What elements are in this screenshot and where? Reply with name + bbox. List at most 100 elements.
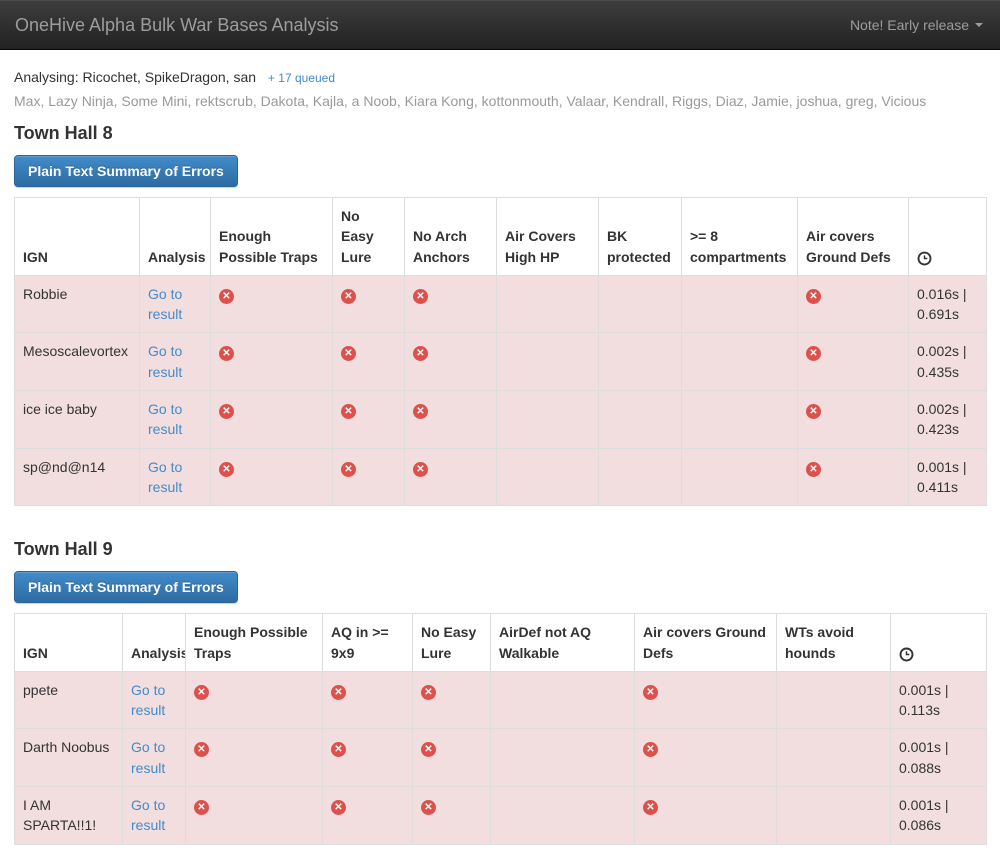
error-x-icon: ✕ — [341, 462, 356, 477]
clock-icon — [899, 647, 914, 662]
sections-container: Town Hall 8 Plain Text Summary of Errors I… — [14, 123, 986, 845]
table-row: MesoscalevortexGo to result✕✕✕✕0.002s | … — [15, 333, 987, 391]
go-to-result-link[interactable]: Go to result — [148, 343, 182, 379]
column-header: No Arch Anchors — [405, 198, 497, 276]
error-cell: ✕ — [186, 729, 323, 787]
column-header: IGN — [15, 614, 123, 672]
error-x-icon: ✕ — [643, 800, 658, 815]
error-cell: ✕ — [798, 391, 909, 449]
time-cell: 0.001s | 0.113s — [891, 671, 987, 729]
go-to-result-link[interactable]: Go to result — [148, 286, 182, 322]
error-cell: ✕ — [413, 729, 491, 787]
analysis-cell: Go to result — [123, 787, 186, 845]
error-cell: ✕ — [413, 787, 491, 845]
section-title: Town Hall 9 — [14, 539, 986, 560]
empty-cell — [497, 333, 599, 391]
error-cell: ✕ — [323, 787, 413, 845]
column-header: Enough Possible Traps — [186, 614, 323, 672]
section-title: Town Hall 8 — [14, 123, 986, 144]
navbar: OneHive Alpha Bulk War Bases Analysis No… — [0, 0, 1000, 50]
plain-text-summary-button[interactable]: Plain Text Summary of Errors — [14, 155, 238, 187]
error-cell: ✕ — [405, 391, 497, 449]
error-cell: ✕ — [405, 448, 497, 506]
error-cell: ✕ — [333, 333, 405, 391]
error-x-icon: ✕ — [341, 404, 356, 419]
error-x-icon: ✕ — [194, 742, 209, 757]
error-cell: ✕ — [333, 391, 405, 449]
error-x-icon: ✕ — [331, 742, 346, 757]
table-row: RobbieGo to result✕✕✕✕0.016s | 0.691s — [15, 275, 987, 333]
clock-column-header — [891, 614, 987, 672]
column-header: Analysis — [140, 198, 211, 276]
table-row: ppeteGo to result ✕ ✕ ✕ ✕ 0.001s | 0.113s — [15, 671, 987, 729]
error-cell: ✕ — [798, 448, 909, 506]
empty-cell — [497, 391, 599, 449]
analysis-table: IGNAnalysisEnough Possible TrapsNo Easy … — [14, 197, 987, 506]
empty-cell — [491, 729, 635, 787]
analysis-table: IGNAnalysisEnough Possible TrapsAQ in >=… — [14, 613, 987, 844]
plain-text-summary-button[interactable]: Plain Text Summary of Errors — [14, 571, 238, 603]
go-to-result-link[interactable]: Go to result — [148, 459, 182, 495]
time-cell: 0.002s | 0.435s — [909, 333, 987, 391]
empty-cell — [599, 275, 682, 333]
table-row: I AM SPARTA!!1!Go to result✕✕✕✕0.001s | … — [15, 787, 987, 845]
ign-cell: ice ice baby — [15, 391, 140, 449]
go-to-result-link[interactable]: Go to result — [131, 682, 165, 718]
empty-cell — [777, 729, 891, 787]
error-cell: ✕ — [186, 671, 323, 729]
go-to-result-link[interactable]: Go to result — [131, 797, 165, 833]
clock-icon — [917, 251, 932, 266]
error-x-icon: ✕ — [421, 800, 436, 815]
column-header: IGN — [15, 198, 140, 276]
go-to-result-link[interactable]: Go to result — [148, 401, 182, 437]
chevron-down-icon — [975, 23, 983, 27]
column-header: BK protected — [599, 198, 682, 276]
column-header: AQ in >= 9x9 — [323, 614, 413, 672]
error-cell: ✕ — [323, 671, 413, 729]
go-to-result-link[interactable]: Go to result — [131, 739, 165, 775]
analysis-cell: Go to result — [140, 333, 211, 391]
table-row: Darth NoobusGo to result✕✕✕✕0.001s | 0.0… — [15, 729, 987, 787]
analysis-cell: Go to result — [123, 671, 186, 729]
error-x-icon: ✕ — [413, 346, 428, 361]
error-x-icon: ✕ — [421, 685, 436, 700]
column-header: AirDef not AQ Walkable — [491, 614, 635, 672]
clock-column-header — [909, 198, 987, 276]
column-header: >= 8 compartments — [682, 198, 798, 276]
release-dropdown[interactable]: Note! Early release — [848, 0, 985, 50]
column-header: No Easy Lure — [413, 614, 491, 672]
error-cell: ✕ — [798, 275, 909, 333]
empty-cell — [682, 448, 798, 506]
time-cell: 0.016s | 0.691s — [909, 275, 987, 333]
error-x-icon: ✕ — [219, 404, 234, 419]
error-x-icon: ✕ — [643, 685, 658, 700]
empty-cell — [599, 391, 682, 449]
header-row: IGNAnalysisEnough Possible TrapsNo Easy … — [15, 198, 987, 276]
header-row: IGNAnalysisEnough Possible TrapsAQ in >=… — [15, 614, 987, 672]
ign-cell: ppete — [15, 671, 123, 729]
error-cell: ✕ — [333, 448, 405, 506]
error-cell: ✕ — [211, 391, 333, 449]
time-cell: 0.001s | 0.086s — [891, 787, 987, 845]
analysis-cell: Go to result — [140, 275, 211, 333]
column-header: Analysis — [123, 614, 186, 672]
error-cell: ✕ — [635, 671, 777, 729]
app-title: OneHive Alpha Bulk War Bases Analysis — [15, 0, 338, 50]
empty-cell — [682, 391, 798, 449]
error-x-icon: ✕ — [341, 289, 356, 304]
analysis-cell: Go to result — [123, 729, 186, 787]
error-x-icon: ✕ — [421, 742, 436, 757]
error-x-icon: ✕ — [331, 685, 346, 700]
ign-cell: Mesoscalevortex — [15, 333, 140, 391]
time-cell: 0.002s | 0.423s — [909, 391, 987, 449]
column-header: Air covers Ground Defs — [798, 198, 909, 276]
column-header: No Easy Lure — [333, 198, 405, 276]
error-x-icon: ✕ — [413, 462, 428, 477]
error-cell: ✕ — [635, 729, 777, 787]
time-cell: 0.001s | 0.088s — [891, 729, 987, 787]
empty-cell — [497, 448, 599, 506]
error-x-icon: ✕ — [341, 346, 356, 361]
queued-count-link[interactable]: + 17 queued — [268, 71, 335, 85]
column-header: Enough Possible Traps — [211, 198, 333, 276]
empty-cell — [599, 333, 682, 391]
